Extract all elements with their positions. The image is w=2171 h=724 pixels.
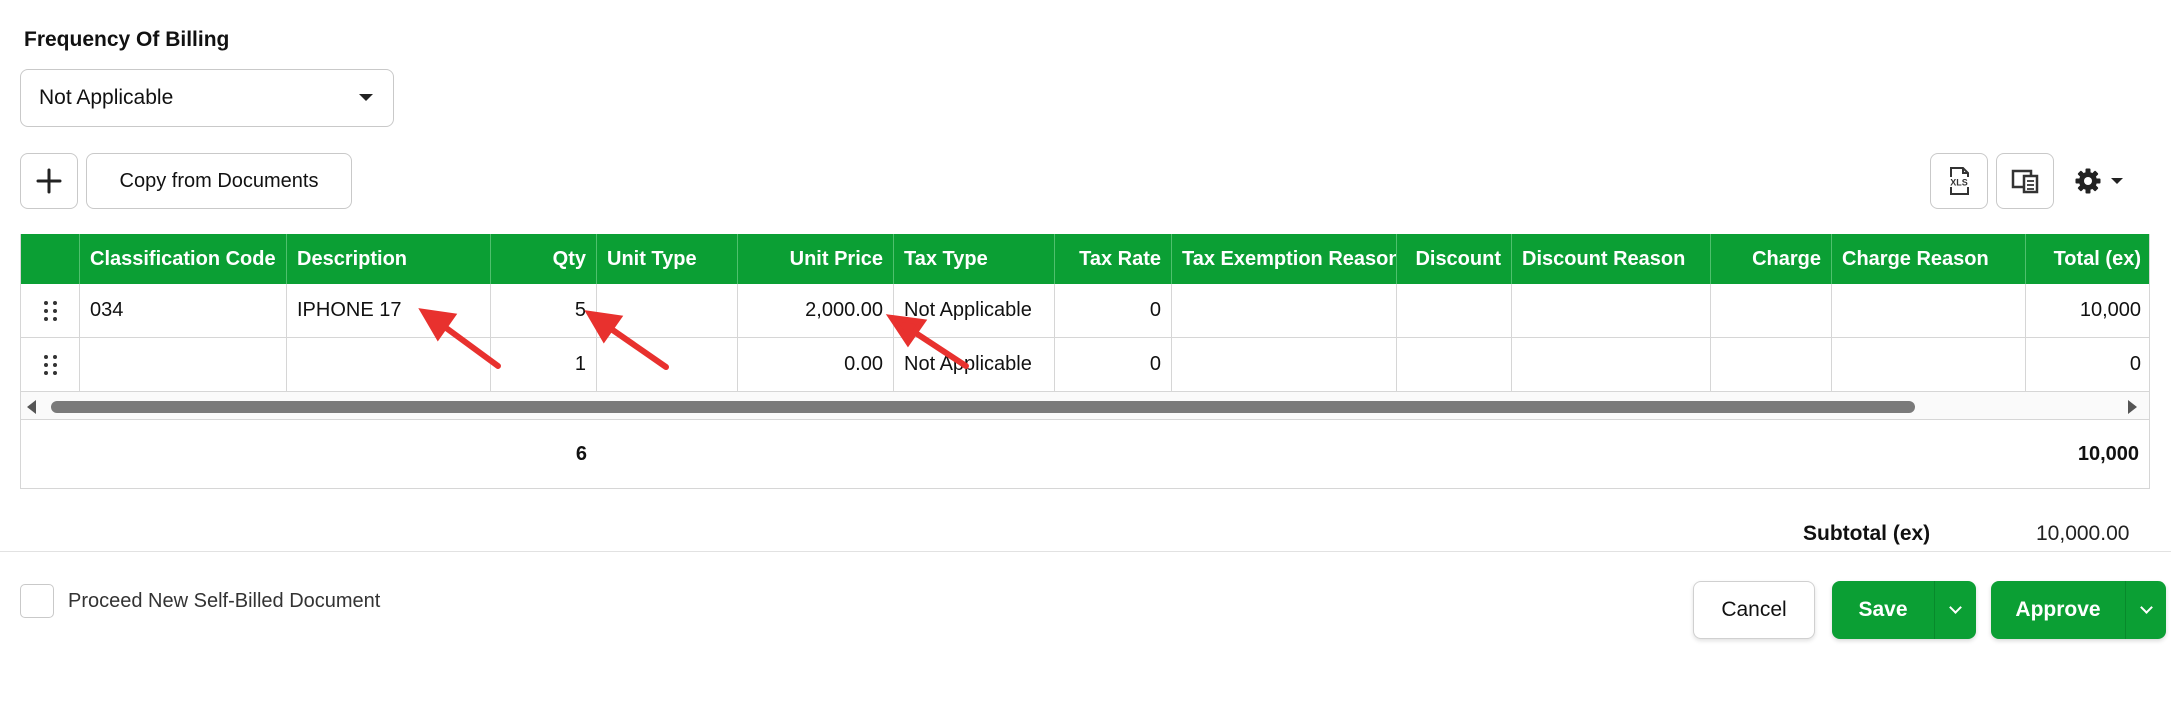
cell-qty[interactable]: 1 [491, 338, 597, 391]
cell-discount-reason[interactable] [1512, 338, 1711, 391]
footer-spacer [597, 420, 2024, 488]
cell-charge-reason[interactable] [1832, 284, 2026, 337]
header-classification-code[interactable]: Classification Code [80, 234, 287, 284]
caret-down-icon [359, 94, 373, 101]
xls-icon-text: XLS [1950, 178, 1968, 188]
export-xls-button[interactable]: XLS [1930, 153, 1988, 209]
proceed-new-self-billed-checkbox[interactable] [20, 584, 54, 618]
divider [0, 551, 2171, 552]
footer-qty-total: 6 [575, 442, 587, 465]
approve-button[interactable]: Approve [1991, 581, 2125, 639]
header-tax-rate[interactable]: Tax Rate [1055, 234, 1172, 284]
cell-charge-reason[interactable] [1832, 338, 2026, 391]
cell-classification-code[interactable] [80, 338, 287, 391]
save-options-button[interactable] [1934, 581, 1976, 639]
cell-tax-type[interactable]: Not Applicable [894, 338, 1055, 391]
header-charge-reason[interactable]: Charge Reason [1832, 234, 2026, 284]
header-charge[interactable]: Charge [1711, 234, 1832, 284]
cell-tax-rate[interactable]: 0 [1055, 338, 1172, 391]
scroll-left-arrow-icon[interactable] [27, 400, 36, 414]
drag-column-header [21, 234, 80, 284]
cell-charge[interactable] [1711, 284, 1832, 337]
drag-handle[interactable] [21, 284, 80, 337]
save-button[interactable]: Save [1832, 581, 1934, 639]
gear-icon [2075, 168, 2101, 194]
drag-handle[interactable] [21, 338, 80, 391]
add-row-button[interactable] [20, 153, 78, 209]
cell-discount[interactable] [1397, 338, 1512, 391]
header-qty[interactable]: Qty [491, 234, 597, 284]
cell-unit-price[interactable]: 2,000.00 [738, 284, 894, 337]
cell-description[interactable]: IPHONE 17 [287, 284, 491, 337]
cell-unit-type[interactable] [597, 284, 738, 337]
approve-options-button[interactable] [2125, 581, 2166, 639]
cell-charge[interactable] [1711, 338, 1832, 391]
subtotal-value: 10,000.00 [2036, 522, 2130, 545]
header-description[interactable]: Description [287, 234, 491, 284]
table-row[interactable]: 1 0.00 Not Applicable 0 0 [21, 338, 2149, 392]
save-split-button: Save [1832, 581, 1976, 639]
footer-spacer [287, 420, 491, 488]
cell-classification-code[interactable]: 034 [80, 284, 287, 337]
header-unit-type[interactable]: Unit Type [597, 234, 738, 284]
line-items-table: Classification Code Description Qty Unit… [20, 234, 2150, 489]
plus-icon [36, 168, 62, 194]
approve-split-button: Approve [1991, 581, 2166, 639]
chevron-down-icon [1949, 601, 1962, 614]
frequency-of-billing-label: Frequency Of Billing [24, 28, 230, 51]
cell-qty[interactable]: 5 [491, 284, 597, 337]
cell-total-ex: 0 [2129, 353, 2141, 375]
header-unit-price[interactable]: Unit Price [738, 234, 894, 284]
drag-handle-icon [43, 300, 57, 321]
header-discount-reason[interactable]: Discount Reason [1512, 234, 1711, 284]
table-row[interactable]: 034 IPHONE 17 5 2,000.00 Not Applicable … [21, 284, 2149, 338]
view-layout-button[interactable] [1996, 153, 2054, 209]
cell-discount[interactable] [1397, 284, 1512, 337]
cell-description[interactable] [287, 338, 491, 391]
header-tax-exemption-reason[interactable]: Tax Exemption Reason [1172, 234, 1397, 284]
footer-spacer [21, 420, 80, 488]
header-total-ex[interactable]: Total (ex) [2026, 234, 2151, 284]
frequency-of-billing-select[interactable]: Not Applicable [20, 69, 394, 127]
frequency-selected-value: Not Applicable [39, 86, 174, 109]
header-tax-type[interactable]: Tax Type [894, 234, 1055, 284]
horizontal-scrollbar[interactable] [21, 392, 2149, 420]
cell-tax-rate[interactable]: 0 [1055, 284, 1172, 337]
table-header-row: Classification Code Description Qty Unit… [21, 234, 2149, 284]
cell-unit-type[interactable] [597, 338, 738, 391]
subtotal-label: Subtotal (ex) [1803, 522, 1931, 545]
cell-tax-type[interactable]: Not Applicable [894, 284, 1055, 337]
scroll-right-arrow-icon[interactable] [2128, 400, 2137, 414]
drag-handle-icon [43, 354, 57, 375]
scrollbar-thumb[interactable] [51, 401, 1915, 413]
footer-spacer [80, 420, 287, 488]
chevron-down-icon [2139, 601, 2153, 614]
copy-from-documents-button[interactable]: Copy from Documents [86, 153, 352, 209]
cancel-button[interactable]: Cancel [1693, 581, 1815, 639]
proceed-new-self-billed-label[interactable]: Proceed New Self-Billed Document [68, 590, 380, 613]
cell-tax-exemption-reason[interactable] [1172, 284, 1397, 337]
cell-total-ex: 10,000 [2079, 299, 2141, 321]
cell-discount-reason[interactable] [1512, 284, 1711, 337]
xls-file-icon: XLS [1947, 167, 1971, 195]
cell-tax-exemption-reason[interactable] [1172, 338, 1397, 391]
caret-down-icon [2111, 178, 2123, 184]
cell-unit-price[interactable]: 0.00 [738, 338, 894, 391]
settings-dropdown-button[interactable] [2074, 153, 2136, 209]
footer-total-ex: 10,000 [2077, 442, 2139, 465]
header-discount[interactable]: Discount [1397, 234, 1512, 284]
split-view-icon [2011, 169, 2039, 194]
table-footer-row: 6 10,000 [21, 420, 2149, 488]
